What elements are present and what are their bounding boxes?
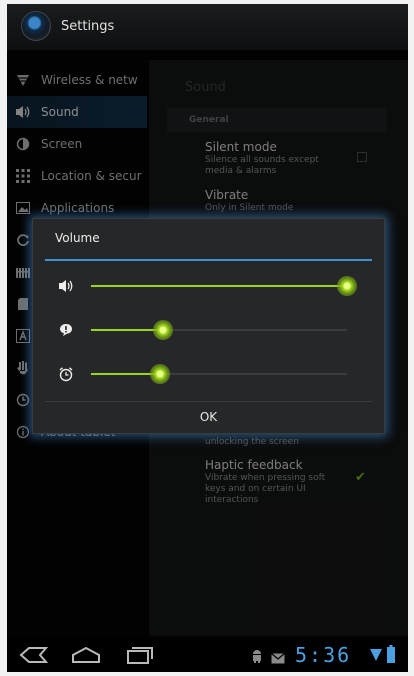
action-bar: Settings xyxy=(7,4,408,50)
recent-apps-icon[interactable] xyxy=(125,646,155,664)
slider-thumb[interactable] xyxy=(150,364,171,384)
media-volume-slider[interactable] xyxy=(91,276,357,296)
notification-volume-row xyxy=(45,315,372,345)
slider-fill xyxy=(91,329,163,331)
settings-app-icon[interactable] xyxy=(21,11,51,41)
notification-icon xyxy=(57,321,75,339)
page-title: Settings xyxy=(61,19,115,34)
ok-button[interactable]: OK xyxy=(45,402,372,432)
alarm-volume-slider[interactable] xyxy=(91,364,347,384)
device-screen: Settings Wireless & netw Sound Screen Lo… xyxy=(7,4,408,672)
back-icon[interactable] xyxy=(19,646,49,664)
home-icon[interactable] xyxy=(71,646,101,664)
system-bar: 5:36 xyxy=(7,638,408,672)
slider-fill xyxy=(91,285,347,287)
slider-thumb[interactable] xyxy=(337,276,357,296)
speaker-icon xyxy=(57,277,75,295)
volume-dialog: Volume OK xyxy=(32,218,385,434)
media-volume-row xyxy=(45,271,372,301)
notification-volume-slider[interactable] xyxy=(91,320,347,340)
alarm-volume-row xyxy=(45,359,372,389)
email-notification-icon xyxy=(271,649,285,668)
battery-icon xyxy=(387,645,395,667)
slider-thumb[interactable] xyxy=(152,320,173,340)
wifi-signal-icon xyxy=(369,647,383,666)
dialog-title-divider xyxy=(45,259,372,261)
status-clock: 5:36 xyxy=(295,643,352,667)
alarm-clock-icon xyxy=(57,365,75,383)
android-debug-icon xyxy=(251,648,263,667)
dialog-title: Volume xyxy=(55,231,100,245)
